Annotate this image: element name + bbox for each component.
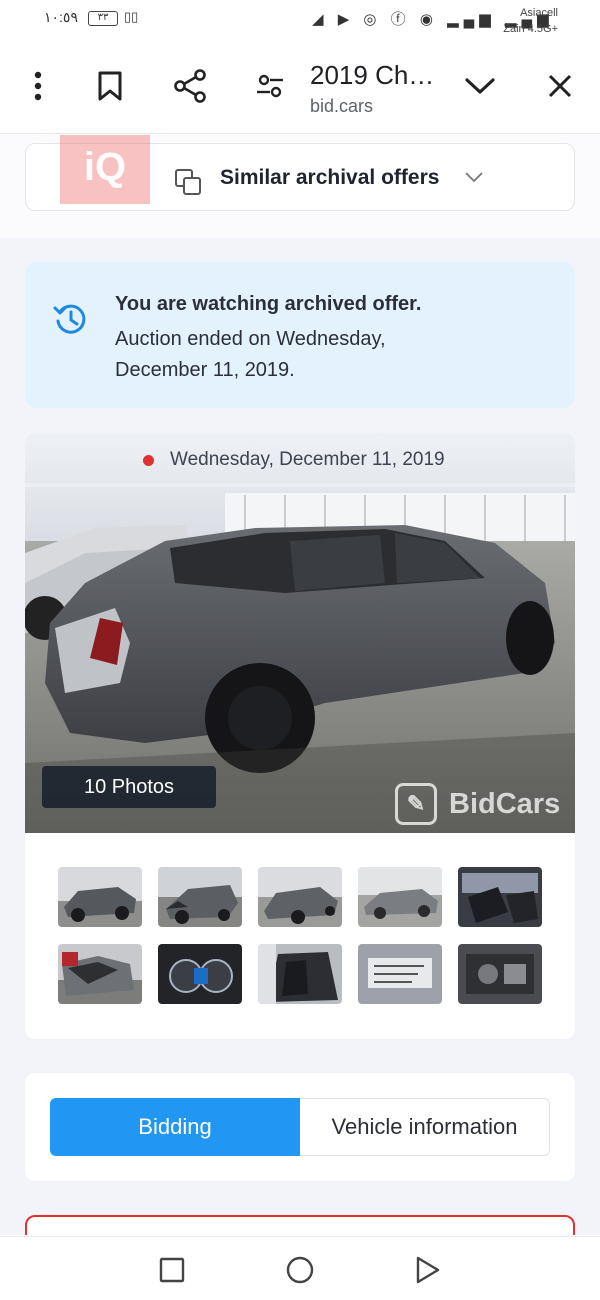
page-settings-icon[interactable] xyxy=(250,66,290,106)
photo-thumbnail[interactable] xyxy=(258,867,342,927)
status-bar: ١٠:٥٩ ٣٣ ▯▯ ◢ ▶ ◎ ⓕ ◉ ▂▄▆ ▂▄▆ Asiacell Z… xyxy=(0,0,600,44)
home-icon[interactable] xyxy=(283,1253,317,1287)
photo-thumbnail[interactable] xyxy=(358,867,442,927)
photo-thumbnail[interactable] xyxy=(58,944,142,1004)
status-time: ١٠:٥٩ xyxy=(44,9,78,25)
red-dot-icon xyxy=(143,454,154,466)
similar-offers-label: Similar archival offers xyxy=(220,166,440,189)
bidcars-watermark-text: BidCars xyxy=(449,787,561,820)
iq-logo-text: iQ xyxy=(83,144,127,189)
photo-thumbnail[interactable] xyxy=(358,944,442,1004)
photo-thumbnail[interactable] xyxy=(258,944,342,1004)
carrier-2: Zain 4.5G+ xyxy=(503,23,558,35)
more-menu-icon[interactable] xyxy=(18,66,58,106)
main-car-photo[interactable]: Wednesday, December 11, 2019 10 Photos ✎… xyxy=(25,433,575,833)
photo-thumbnail[interactable] xyxy=(158,867,242,927)
photo-thumbnail[interactable] xyxy=(58,867,142,927)
page-content: Similar archival offers iQ You are watch… xyxy=(0,135,600,1235)
tab-bidding[interactable]: Bidding xyxy=(50,1098,300,1156)
archived-title: You are watching archived offer. xyxy=(115,293,422,315)
bidcars-logo-icon: ✎ xyxy=(395,783,437,825)
chevron-down-icon[interactable] xyxy=(460,66,500,106)
copy-icon xyxy=(174,168,204,201)
details-tabs-card: Bidding Vehicle information xyxy=(25,1073,575,1181)
photo-thumbnail[interactable] xyxy=(158,944,242,1004)
photo-thumbnail[interactable] xyxy=(458,944,542,1004)
photo-thumbnail[interactable] xyxy=(458,867,542,927)
page-url[interactable]: bid.cars xyxy=(310,96,373,117)
battery-icon: ٣٣ xyxy=(88,11,118,26)
system-nav-bar xyxy=(0,1236,600,1300)
photo-gallery: Wednesday, December 11, 2019 10 Photos ✎… xyxy=(25,433,575,1039)
vibrate-icon: ▯▯ xyxy=(124,9,139,24)
share-icon[interactable] xyxy=(170,66,210,106)
iq-watermark-logo: iQ xyxy=(60,135,150,204)
page-title[interactable]: 2019 Ch… xyxy=(310,60,434,91)
photos-count-button[interactable]: 10 Photos xyxy=(42,766,216,808)
auction-date-overlay: Wednesday, December 11, 2019 xyxy=(143,449,445,471)
recent-apps-icon[interactable] xyxy=(155,1253,189,1287)
auction-date: Wednesday, December 11, 2019 xyxy=(170,449,445,470)
similar-offers-section: Similar archival offers iQ xyxy=(0,135,600,238)
archived-text: Auction ended on Wednesday, December 11,… xyxy=(115,328,386,381)
bookmark-icon[interactable] xyxy=(90,66,130,106)
close-icon[interactable] xyxy=(540,66,580,106)
carrier-1: Asiacell xyxy=(520,7,558,19)
history-icon xyxy=(52,300,90,343)
archived-notice: You are watching archived offer. Auction… xyxy=(25,262,575,408)
chevron-down-icon xyxy=(464,170,484,188)
bidcars-watermark: ✎ BidCars xyxy=(395,783,560,825)
tab-vehicle-information[interactable]: Vehicle information xyxy=(300,1098,550,1156)
browser-toolbar: 2019 Ch… bid.cars xyxy=(0,44,600,134)
back-icon[interactable] xyxy=(411,1253,445,1287)
carrier-info: Asiacell Zain 4.5G+ xyxy=(503,5,558,37)
alert-card xyxy=(25,1215,575,1235)
